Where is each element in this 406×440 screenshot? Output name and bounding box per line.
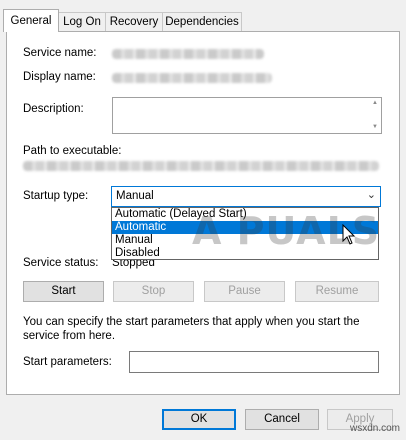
service-name-label: Service name: [23, 47, 97, 59]
option-disabled[interactable]: Disabled [112, 247, 378, 260]
tab-strip: General Log On Recovery Dependencies [0, 0, 406, 32]
start-parameters-label: Start parameters: [23, 356, 112, 368]
scroll-down-icon[interactable]: ▼ [370, 123, 380, 132]
description-field[interactable]: ▲ ▼ [112, 97, 382, 134]
tab-dependencies[interactable]: Dependencies [162, 12, 242, 31]
tab-recovery[interactable]: Recovery [105, 12, 163, 31]
service-status-label: Service status: [23, 257, 99, 269]
service-name-value [112, 49, 264, 59]
ok-button[interactable]: OK [162, 409, 236, 430]
startup-type-value: Manual [116, 190, 154, 202]
display-name-label: Display name: [23, 71, 96, 83]
option-manual[interactable]: Manual [112, 234, 378, 247]
description-label: Description: [23, 103, 84, 115]
option-automatic-delayed[interactable]: Automatic (Delayed Start) [112, 208, 378, 221]
tab-log-on[interactable]: Log On [58, 12, 106, 31]
scroll-up-icon[interactable]: ▲ [370, 99, 380, 108]
help-text: You can specify the start parameters tha… [23, 316, 360, 342]
option-automatic[interactable]: Automatic [112, 221, 378, 234]
start-parameters-input[interactable] [129, 351, 379, 373]
stop-button[interactable]: Stop [113, 281, 194, 302]
path-value [23, 161, 379, 171]
startup-type-dropdown: Automatic (Delayed Start) Automatic Manu… [111, 207, 379, 260]
startup-type-label: Startup type: [23, 190, 89, 202]
display-name-value [112, 73, 272, 83]
resume-button[interactable]: Resume [295, 281, 379, 302]
mouse-cursor-icon [342, 224, 356, 245]
tab-general[interactable]: General [3, 9, 59, 32]
pause-button[interactable]: Pause [204, 281, 285, 302]
chevron-down-icon: ⌄ [366, 189, 376, 201]
cancel-button[interactable]: Cancel [245, 409, 319, 430]
path-label: Path to executable: [23, 145, 122, 157]
startup-type-select[interactable]: Manual ⌄ [111, 186, 381, 207]
watermark-site: wsxdn.com [349, 423, 400, 434]
start-button[interactable]: Start [23, 281, 104, 302]
